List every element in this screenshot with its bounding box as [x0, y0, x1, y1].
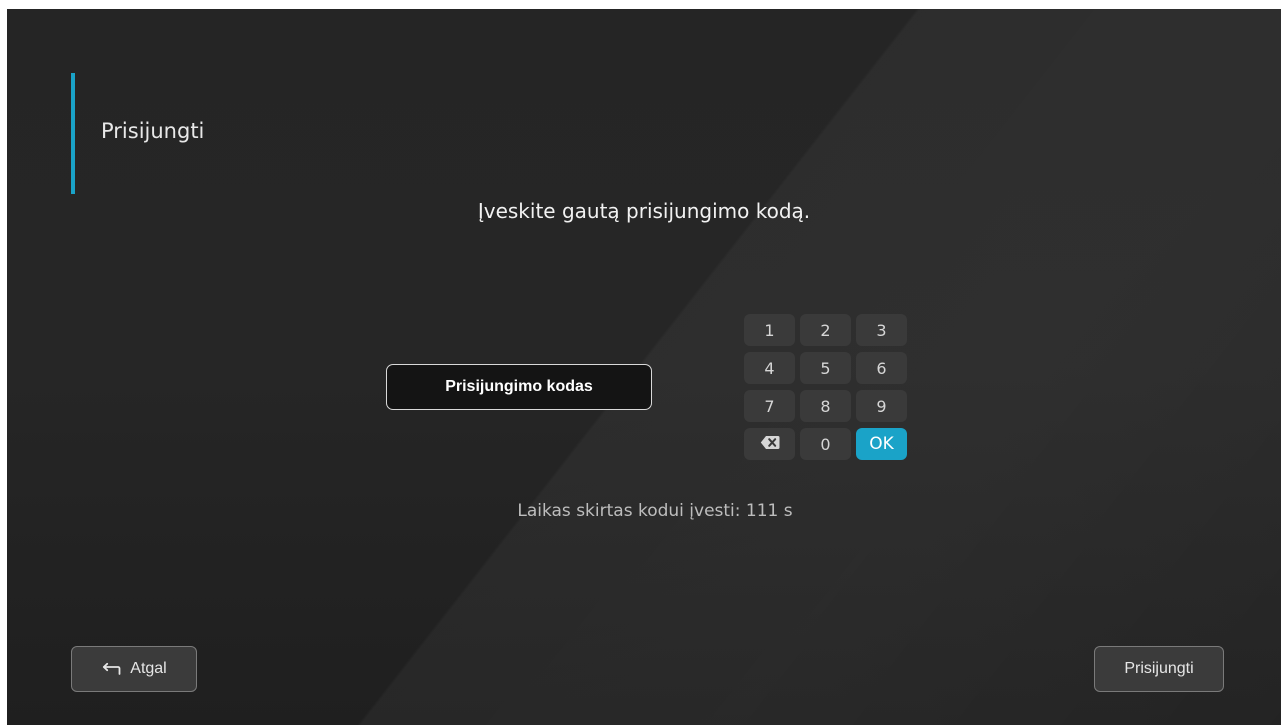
- back-button[interactable]: Atgal: [71, 646, 197, 692]
- login-code-input[interactable]: [386, 364, 652, 410]
- key-2[interactable]: 2: [800, 314, 851, 346]
- login-button-label: Prisijungti: [1124, 660, 1194, 677]
- key-6[interactable]: 6: [856, 352, 907, 384]
- back-button-label: Atgal: [130, 660, 167, 677]
- login-screen: Prisijungti Įveskite gautą prisijungimo …: [7, 9, 1281, 725]
- page-title: Prisijungti: [101, 119, 205, 143]
- key-0[interactable]: 0: [800, 428, 851, 460]
- key-8[interactable]: 8: [800, 390, 851, 422]
- key-3[interactable]: 3: [856, 314, 907, 346]
- key-1[interactable]: 1: [744, 314, 795, 346]
- login-button[interactable]: Prisijungti: [1094, 646, 1224, 692]
- key-5[interactable]: 5: [800, 352, 851, 384]
- numeric-keypad: 1 2 3 4 5 6 7 8 9 0 OK: [744, 314, 907, 460]
- return-arrow-icon: [101, 662, 121, 676]
- title-accent-bar: [71, 73, 75, 194]
- key-9[interactable]: 9: [856, 390, 907, 422]
- key-7[interactable]: 7: [744, 390, 795, 422]
- instruction-text: Įveskite gautą prisijungimo kodą.: [477, 199, 811, 223]
- code-timer-text: Laikas skirtas kodui įvesti: 111 s: [517, 501, 793, 521]
- key-4[interactable]: 4: [744, 352, 795, 384]
- backspace-key[interactable]: [744, 428, 795, 460]
- backspace-icon: [760, 435, 780, 454]
- ok-key[interactable]: OK: [856, 428, 907, 460]
